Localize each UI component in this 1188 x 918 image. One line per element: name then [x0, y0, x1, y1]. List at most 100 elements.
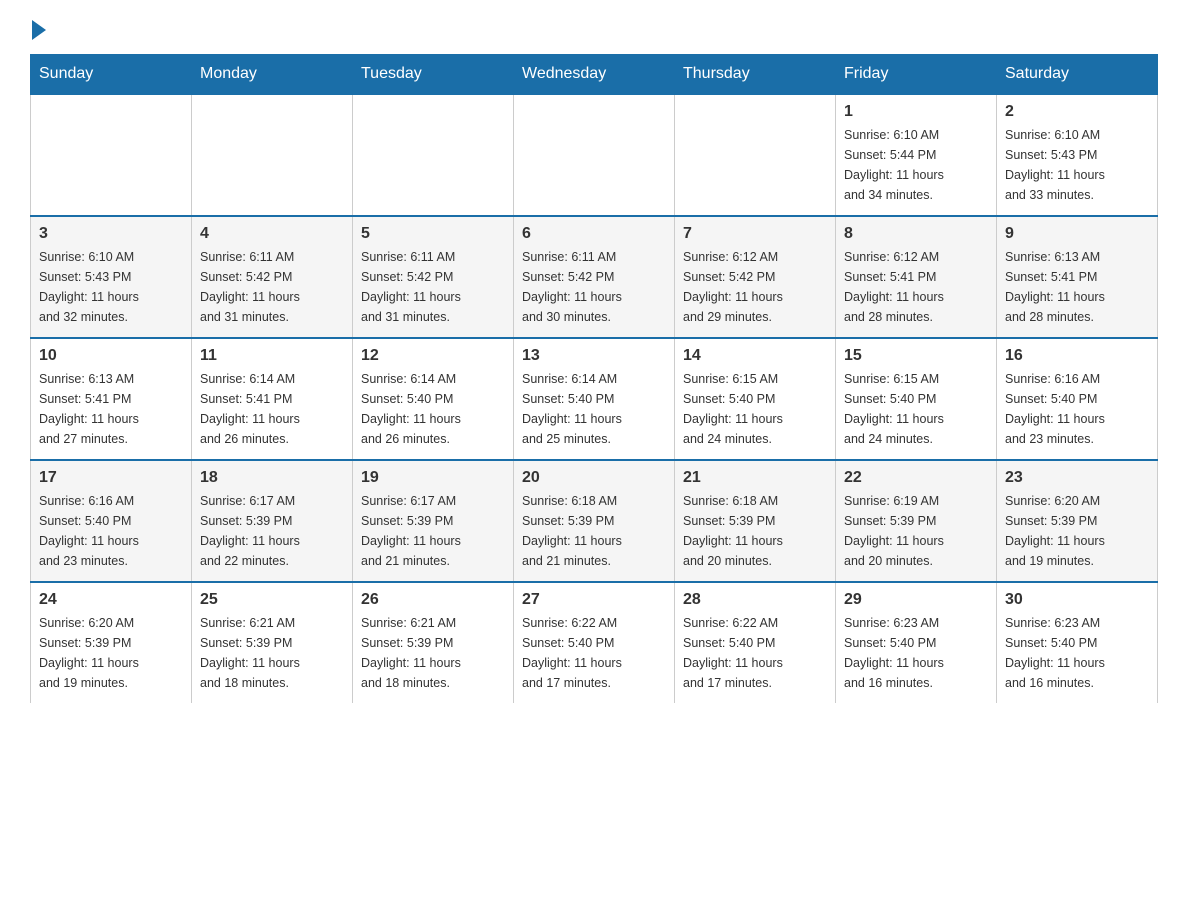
day-number: 9	[1005, 225, 1149, 243]
day-info: Sunrise: 6:14 AM Sunset: 5:40 PM Dayligh…	[361, 369, 505, 449]
day-info: Sunrise: 6:12 AM Sunset: 5:41 PM Dayligh…	[844, 247, 988, 327]
calendar-cell: 6 Sunrise: 6:11 AM Sunset: 5:42 PM Daylig…	[514, 216, 675, 338]
day-number: 17	[39, 469, 183, 487]
day-number: 22	[844, 469, 988, 487]
day-info: Sunrise: 6:18 AM Sunset: 5:39 PM Dayligh…	[683, 491, 827, 571]
day-number: 19	[361, 469, 505, 487]
weekday-header-thursday: Thursday	[675, 55, 836, 95]
calendar-cell: 27 Sunrise: 6:22 AM Sunset: 5:40 PM Dayli…	[514, 582, 675, 703]
page-header	[30, 20, 1158, 34]
day-number: 23	[1005, 469, 1149, 487]
day-info: Sunrise: 6:16 AM Sunset: 5:40 PM Dayligh…	[1005, 369, 1149, 449]
weekday-header-monday: Monday	[192, 55, 353, 95]
day-number: 18	[200, 469, 344, 487]
day-info: Sunrise: 6:13 AM Sunset: 5:41 PM Dayligh…	[1005, 247, 1149, 327]
day-number: 28	[683, 591, 827, 609]
day-info: Sunrise: 6:20 AM Sunset: 5:39 PM Dayligh…	[1005, 491, 1149, 571]
calendar-cell: 28 Sunrise: 6:22 AM Sunset: 5:40 PM Dayli…	[675, 582, 836, 703]
calendar-cell: 3 Sunrise: 6:10 AM Sunset: 5:43 PM Daylig…	[31, 216, 192, 338]
day-number: 16	[1005, 347, 1149, 365]
day-info: Sunrise: 6:18 AM Sunset: 5:39 PM Dayligh…	[522, 491, 666, 571]
calendar-week-1: 3 Sunrise: 6:10 AM Sunset: 5:43 PM Daylig…	[31, 216, 1158, 338]
calendar-cell: 17 Sunrise: 6:16 AM Sunset: 5:40 PM Dayli…	[31, 460, 192, 582]
day-number: 30	[1005, 591, 1149, 609]
calendar-week-4: 24Sunrise: 6:20 AM Sunset: 5:39 PM Dayli…	[31, 582, 1158, 703]
day-info: Sunrise: 6:11 AM Sunset: 5:42 PM Dayligh…	[361, 247, 505, 327]
calendar-cell: 18 Sunrise: 6:17 AM Sunset: 5:39 PM Dayli…	[192, 460, 353, 582]
calendar-cell	[192, 94, 353, 216]
day-number: 20	[522, 469, 666, 487]
day-info: Sunrise: 6:16 AM Sunset: 5:40 PM Dayligh…	[39, 491, 183, 571]
day-info: Sunrise: 6:21 AM Sunset: 5:39 PM Dayligh…	[361, 613, 505, 693]
calendar-cell	[353, 94, 514, 216]
day-number: 25	[200, 591, 344, 609]
calendar-cell	[514, 94, 675, 216]
day-info: Sunrise: 6:21 AM Sunset: 5:39 PM Dayligh…	[200, 613, 344, 693]
calendar-table: SundayMondayTuesdayWednesdayThursdayFrid…	[30, 54, 1158, 703]
calendar-cell: 24Sunrise: 6:20 AM Sunset: 5:39 PM Dayli…	[31, 582, 192, 703]
day-number: 21	[683, 469, 827, 487]
weekday-header-wednesday: Wednesday	[514, 55, 675, 95]
calendar-cell: 7Sunrise: 6:12 AM Sunset: 5:42 PM Daylig…	[675, 216, 836, 338]
day-number: 8	[844, 225, 988, 243]
logo-arrow-icon	[32, 20, 46, 40]
logo	[30, 20, 46, 34]
day-info: Sunrise: 6:14 AM Sunset: 5:40 PM Dayligh…	[522, 369, 666, 449]
day-info: Sunrise: 6:22 AM Sunset: 5:40 PM Dayligh…	[683, 613, 827, 693]
day-info: Sunrise: 6:10 AM Sunset: 5:44 PM Dayligh…	[844, 125, 988, 205]
day-info: Sunrise: 6:22 AM Sunset: 5:40 PM Dayligh…	[522, 613, 666, 693]
weekday-header-tuesday: Tuesday	[353, 55, 514, 95]
day-info: Sunrise: 6:19 AM Sunset: 5:39 PM Dayligh…	[844, 491, 988, 571]
calendar-cell: 29 Sunrise: 6:23 AM Sunset: 5:40 PM Dayli…	[836, 582, 997, 703]
weekday-header-row: SundayMondayTuesdayWednesdayThursdayFrid…	[31, 55, 1158, 95]
calendar-cell: 22 Sunrise: 6:19 AM Sunset: 5:39 PM Dayli…	[836, 460, 997, 582]
day-number: 24	[39, 591, 183, 609]
day-info: Sunrise: 6:15 AM Sunset: 5:40 PM Dayligh…	[683, 369, 827, 449]
calendar-cell: 16 Sunrise: 6:16 AM Sunset: 5:40 PM Dayli…	[997, 338, 1158, 460]
day-info: Sunrise: 6:10 AM Sunset: 5:43 PM Dayligh…	[39, 247, 183, 327]
weekday-header-sunday: Sunday	[31, 55, 192, 95]
day-number: 26	[361, 591, 505, 609]
day-info: Sunrise: 6:17 AM Sunset: 5:39 PM Dayligh…	[200, 491, 344, 571]
day-info: Sunrise: 6:23 AM Sunset: 5:40 PM Dayligh…	[844, 613, 988, 693]
calendar-cell: 25 Sunrise: 6:21 AM Sunset: 5:39 PM Dayli…	[192, 582, 353, 703]
weekday-header-saturday: Saturday	[997, 55, 1158, 95]
calendar-cell: 19Sunrise: 6:17 AM Sunset: 5:39 PM Dayli…	[353, 460, 514, 582]
calendar-cell: 12Sunrise: 6:14 AM Sunset: 5:40 PM Dayli…	[353, 338, 514, 460]
calendar-cell: 15 Sunrise: 6:15 AM Sunset: 5:40 PM Dayli…	[836, 338, 997, 460]
day-info: Sunrise: 6:15 AM Sunset: 5:40 PM Dayligh…	[844, 369, 988, 449]
calendar-cell: 26 Sunrise: 6:21 AM Sunset: 5:39 PM Dayli…	[353, 582, 514, 703]
calendar-cell: 30 Sunrise: 6:23 AM Sunset: 5:40 PM Dayli…	[997, 582, 1158, 703]
day-number: 2	[1005, 103, 1149, 121]
calendar-cell: 10Sunrise: 6:13 AM Sunset: 5:41 PM Dayli…	[31, 338, 192, 460]
calendar-cell: 1 Sunrise: 6:10 AM Sunset: 5:44 PM Daylig…	[836, 94, 997, 216]
day-number: 6	[522, 225, 666, 243]
day-number: 15	[844, 347, 988, 365]
calendar-cell: 21 Sunrise: 6:18 AM Sunset: 5:39 PM Dayli…	[675, 460, 836, 582]
day-number: 7	[683, 225, 827, 243]
calendar-cell: 13Sunrise: 6:14 AM Sunset: 5:40 PM Dayli…	[514, 338, 675, 460]
day-number: 27	[522, 591, 666, 609]
day-number: 29	[844, 591, 988, 609]
day-number: 14	[683, 347, 827, 365]
day-info: Sunrise: 6:11 AM Sunset: 5:42 PM Dayligh…	[522, 247, 666, 327]
calendar-cell	[675, 94, 836, 216]
calendar-cell: 5 Sunrise: 6:11 AM Sunset: 5:42 PM Daylig…	[353, 216, 514, 338]
day-info: Sunrise: 6:14 AM Sunset: 5:41 PM Dayligh…	[200, 369, 344, 449]
calendar-week-3: 17 Sunrise: 6:16 AM Sunset: 5:40 PM Dayli…	[31, 460, 1158, 582]
day-number: 1	[844, 103, 988, 121]
calendar-cell	[31, 94, 192, 216]
day-number: 10	[39, 347, 183, 365]
day-number: 4	[200, 225, 344, 243]
calendar-cell: 8 Sunrise: 6:12 AM Sunset: 5:41 PM Daylig…	[836, 216, 997, 338]
day-info: Sunrise: 6:23 AM Sunset: 5:40 PM Dayligh…	[1005, 613, 1149, 693]
calendar-week-2: 10Sunrise: 6:13 AM Sunset: 5:41 PM Dayli…	[31, 338, 1158, 460]
calendar-cell: 9 Sunrise: 6:13 AM Sunset: 5:41 PM Daylig…	[997, 216, 1158, 338]
calendar-cell: 14 Sunrise: 6:15 AM Sunset: 5:40 PM Dayli…	[675, 338, 836, 460]
day-info: Sunrise: 6:11 AM Sunset: 5:42 PM Dayligh…	[200, 247, 344, 327]
day-number: 5	[361, 225, 505, 243]
day-info: Sunrise: 6:10 AM Sunset: 5:43 PM Dayligh…	[1005, 125, 1149, 205]
calendar-cell: 23 Sunrise: 6:20 AM Sunset: 5:39 PM Dayli…	[997, 460, 1158, 582]
day-number: 3	[39, 225, 183, 243]
calendar-cell: 4 Sunrise: 6:11 AM Sunset: 5:42 PM Daylig…	[192, 216, 353, 338]
